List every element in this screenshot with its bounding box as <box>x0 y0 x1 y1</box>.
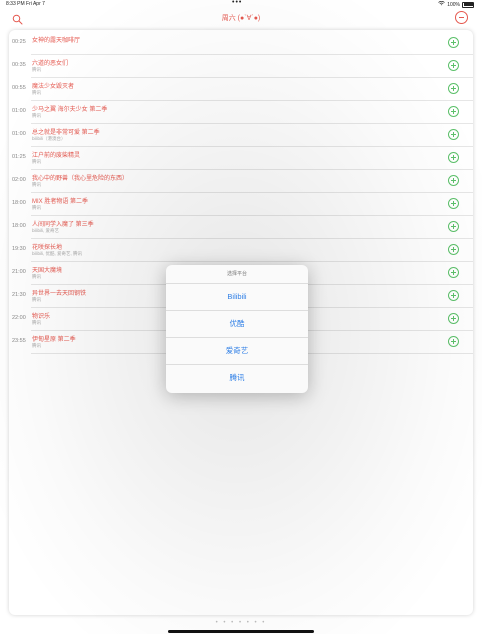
add-icon[interactable] <box>448 129 459 140</box>
air-time: 18:00 <box>12 223 26 229</box>
option-youku[interactable]: 优酷 <box>166 311 308 338</box>
air-time: 23:55 <box>12 338 26 344</box>
anime-title[interactable]: MIX 胜者物语 第二季 <box>32 196 88 205</box>
add-icon[interactable] <box>448 313 459 324</box>
platform-list: 腾讯 <box>32 274 41 279</box>
battery-percent: 100% <box>447 1 460 8</box>
add-icon[interactable] <box>448 175 459 186</box>
air-time: 01:00 <box>12 131 26 137</box>
schedule-row[interactable]: 01:00 总之就是非常可爱 第二季 bilibili（港澳台） <box>12 124 473 147</box>
anime-title[interactable]: 总之就是非常可爱 第二季 <box>32 127 100 136</box>
add-icon[interactable] <box>448 198 459 209</box>
add-icon[interactable] <box>448 152 459 163</box>
more-icon[interactable] <box>455 11 468 24</box>
option-tencent[interactable]: 腾讯 <box>166 365 308 391</box>
anime-title[interactable]: 物识乐 <box>32 311 50 320</box>
add-icon[interactable] <box>448 60 459 71</box>
page-title: 周六 (●`∀´●) <box>221 15 261 22</box>
anime-title[interactable]: 异世界一去天回钢铁 <box>32 288 86 297</box>
schedule-row[interactable]: 19:30 花咲探长地 bilibili, 优酷, 爱奇艺, 腾讯 <box>12 239 473 262</box>
anime-title[interactable]: 少马之翼 海尔夫少女 第二季 <box>32 104 107 113</box>
multitask-dots[interactable]: ••• <box>232 0 242 6</box>
platform-list: 腾讯 <box>32 205 41 210</box>
air-time: 01:00 <box>12 108 26 114</box>
anime-title[interactable]: 花咲探长地 <box>32 242 62 251</box>
platform-list: 腾讯 <box>32 343 41 348</box>
add-icon[interactable] <box>448 106 459 117</box>
add-icon[interactable] <box>448 267 459 278</box>
air-time: 00:55 <box>12 85 26 91</box>
platform-list: 腾讯 <box>32 320 41 325</box>
battery-icon <box>462 1 474 8</box>
schedule-row[interactable]: 18:00 MIX 胜者物语 第二季 腾讯 <box>12 193 473 216</box>
air-time: 19:30 <box>12 246 26 252</box>
schedule-row[interactable]: 01:00 少马之翼 海尔夫少女 第二季 腾讯 <box>12 101 473 124</box>
platform-list: 腾讯 <box>32 182 41 187</box>
anime-title[interactable]: 女神的露天咖啡厅 <box>32 35 80 44</box>
air-time: 21:30 <box>12 292 26 298</box>
platform-list: 腾讯 <box>32 90 41 95</box>
schedule-row[interactable]: 00:25 女神的露天咖啡厅 <box>12 32 473 55</box>
navigation-bar: 周六 (●`∀´●) <box>0 9 482 27</box>
add-icon[interactable] <box>448 336 459 347</box>
add-icon[interactable] <box>448 290 459 301</box>
anime-title[interactable]: 人间同学入魔了 第三季 <box>32 219 94 228</box>
air-time: 22:00 <box>12 315 26 321</box>
add-icon[interactable] <box>448 244 459 255</box>
home-indicator[interactable] <box>168 630 314 633</box>
air-time: 21:00 <box>12 269 26 275</box>
platform-list: 腾讯 <box>32 159 41 164</box>
add-icon[interactable] <box>448 221 459 232</box>
option-iqiyi[interactable]: 爱奇艺 <box>166 338 308 365</box>
anime-title[interactable]: 伊甸星原 第二季 <box>32 334 76 343</box>
wifi-icon <box>438 0 445 8</box>
page-indicator[interactable]: • • • • • • • <box>0 620 482 626</box>
anime-title[interactable]: 江户前的废柴精灵 <box>32 150 80 159</box>
add-icon[interactable] <box>448 37 459 48</box>
anime-title[interactable]: 魔法少女毁灭者 <box>32 81 74 90</box>
air-time: 02:00 <box>12 177 26 183</box>
schedule-row[interactable]: 01:25 江户前的废柴精灵 腾讯 <box>12 147 473 170</box>
air-time: 00:35 <box>12 62 26 68</box>
anime-title[interactable]: 我心中的野兽（我心里危险的东西） <box>32 173 128 182</box>
schedule-row[interactable]: 02:00 我心中的野兽（我心里危险的东西） 腾讯 <box>12 170 473 193</box>
platform-list: 腾讯 <box>32 297 41 302</box>
schedule-row[interactable]: 00:35 六道的恶女们 腾讯 <box>12 55 473 78</box>
platform-list: bilibili, 爱奇艺 <box>32 228 60 233</box>
platform-list: 腾讯 <box>32 113 41 118</box>
air-time: 18:00 <box>12 200 26 206</box>
popover-title: 选择平台 <box>166 265 308 284</box>
option-bilibili[interactable]: Bilibili <box>166 284 308 311</box>
schedule-row[interactable]: 18:00 人间同学入魔了 第三季 bilibili, 爱奇艺 <box>12 216 473 239</box>
platform-list: bilibili, 优酷, 爱奇艺, 腾讯 <box>32 251 83 256</box>
platform-popover: 选择平台 Bilibili 优酷 爱奇艺 腾讯 <box>166 265 308 393</box>
platform-list: 腾讯 <box>32 67 41 72</box>
schedule-row[interactable]: 00:55 魔法少女毁灭者 腾讯 <box>12 78 473 101</box>
add-icon[interactable] <box>448 83 459 94</box>
anime-title[interactable]: 六道的恶女们 <box>32 58 68 67</box>
air-time: 01:25 <box>12 154 26 160</box>
anime-title[interactable]: 天国大魔境 <box>32 265 62 274</box>
air-time: 00:25 <box>12 39 26 45</box>
status-time: 8:33 PM Fri Apr 7 <box>6 1 45 7</box>
status-right: 100% <box>438 0 474 8</box>
platform-list: bilibili（港澳台） <box>32 136 66 141</box>
